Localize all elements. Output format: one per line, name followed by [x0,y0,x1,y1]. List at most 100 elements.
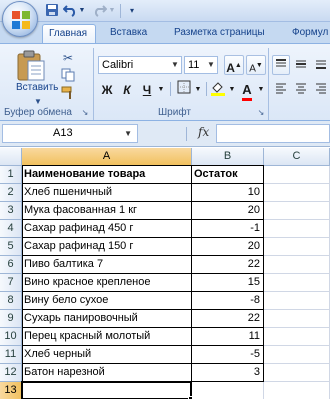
cell-empty[interactable] [264,220,330,238]
cell-stock[interactable]: -1 [192,220,264,238]
cell-stock[interactable]: 22 [192,310,264,328]
cell-empty[interactable] [264,274,330,292]
column-header-a[interactable]: A [22,148,192,166]
paste-icon[interactable] [14,50,48,82]
cut-icon[interactable]: ✂ [60,50,76,66]
borders-dropdown-icon[interactable]: ▼ [193,79,203,99]
name-box[interactable]: A13 ▼ [2,124,138,143]
underline-dropdown-icon[interactable]: ▼ [156,79,166,99]
cell-product-name[interactable]: Сахар рафинад 450 г [22,220,192,238]
cell-empty[interactable] [264,238,330,256]
align-right-button[interactable] [312,79,330,99]
cell-stock[interactable]: -8 [192,292,264,310]
cell-stock[interactable]: 20 [192,238,264,256]
fill-color-button[interactable] [209,79,227,99]
cell-product-name[interactable]: Вину бело сухое [22,292,192,310]
cell-empty[interactable] [264,382,330,399]
underline-button[interactable]: Ч [138,79,156,99]
cell-empty[interactable] [22,382,192,399]
cell-stock[interactable]: 20 [192,202,264,220]
customize-icon[interactable]: ▾ [124,3,140,19]
font-size-select[interactable]: 11 ▼ [184,56,218,74]
row-header[interactable]: 1 [0,166,22,184]
shrink-font-button[interactable]: A▼ [246,55,266,75]
insert-function-button[interactable]: fx [198,125,209,139]
align-bottom-button[interactable] [312,55,330,75]
cell-product-name[interactable]: Хлеб пшеничный [22,184,192,202]
align-left-button[interactable] [272,79,290,99]
row-header[interactable]: 4 [0,220,22,238]
copy-icon[interactable] [60,68,76,84]
row-header[interactable]: 9 [0,310,22,328]
formula-input[interactable] [216,124,330,143]
cell-product-name[interactable]: Сухарь панировочный [22,310,192,328]
cell-empty[interactable] [264,346,330,364]
redo-dropdown-icon[interactable]: ▼ [108,3,116,19]
align-middle-button[interactable] [292,55,310,75]
cell-product-name[interactable]: Пиво балтика 7 [22,256,192,274]
column-header-c[interactable]: C [264,148,330,166]
column-header-b[interactable]: B [192,148,264,166]
header-cell-stock[interactable]: Остаток [192,166,264,184]
cell-empty[interactable] [264,310,330,328]
fill-color-dropdown-icon[interactable]: ▼ [227,79,237,99]
cell-product-name[interactable]: Вино красное крепленое [22,274,192,292]
font-name-select[interactable]: Calibri ▼ [98,56,182,74]
row-header[interactable]: 13 [0,382,22,399]
tab-page-layout[interactable]: Разметка страницы [168,24,271,43]
row-header[interactable]: 8 [0,292,22,310]
cell-stock[interactable]: 3 [192,364,264,382]
undo-dropdown-icon[interactable]: ▼ [78,3,86,19]
row-header[interactable]: 10 [0,328,22,346]
cell-stock[interactable]: 15 [192,274,264,292]
tab-formulas[interactable]: Формул [286,24,330,43]
cell-stock[interactable]: 11 [192,328,264,346]
align-center-button[interactable] [292,79,310,99]
format-painter-icon[interactable] [60,86,76,102]
cell-stock[interactable]: 22 [192,256,264,274]
row-header[interactable]: 12 [0,364,22,382]
redo-icon[interactable] [92,3,108,19]
font-color-button[interactable]: A [238,79,256,101]
header-cell-name[interactable]: Наименование товара [22,166,192,184]
borders-button[interactable] [175,79,193,99]
row-header[interactable]: 6 [0,256,22,274]
row-header[interactable]: 3 [0,202,22,220]
tab-home[interactable]: Главная [42,24,96,43]
cell-empty[interactable] [264,292,330,310]
cell-empty[interactable] [264,202,330,220]
grow-font-button[interactable]: A▲ [224,55,244,75]
group-separator [93,48,94,120]
bold-button[interactable]: Ж [98,79,116,99]
cell-empty[interactable] [192,382,264,399]
worksheet-grid[interactable]: A B C 1 Наименование товара Остаток 2 Хлеб п… [0,148,330,399]
cell-product-name[interactable]: Батон нарезной [22,364,192,382]
row-header[interactable]: 5 [0,238,22,256]
save-icon[interactable] [44,3,60,19]
clipboard-launcher-icon[interactable]: ↘ [80,108,90,118]
row-header[interactable]: 2 [0,184,22,202]
font-color-dropdown-icon[interactable]: ▼ [256,79,266,99]
cell-empty[interactable] [264,364,330,382]
select-all-corner[interactable] [0,148,22,166]
paste-button[interactable]: Вставить [16,82,58,93]
cell-empty[interactable] [264,256,330,274]
align-top-button[interactable] [272,55,290,75]
row-header[interactable]: 11 [0,346,22,364]
cell-product-name[interactable]: Хлеб черный [22,346,192,364]
align-top-icon [276,59,286,67]
cell-stock[interactable]: -5 [192,346,264,364]
office-button[interactable] [2,1,38,37]
undo-icon[interactable] [62,3,78,19]
cell-product-name[interactable]: Сахар рафинад 150 г [22,238,192,256]
cell-stock[interactable]: 10 [192,184,264,202]
italic-button[interactable]: К [118,79,136,99]
tab-insert[interactable]: Вставка [104,24,153,43]
cell-empty[interactable] [264,166,330,184]
row-header[interactable]: 7 [0,274,22,292]
cell-product-name[interactable]: Перец красный молотый [22,328,192,346]
font-launcher-icon[interactable]: ↘ [256,108,266,118]
cell-empty[interactable] [264,328,330,346]
cell-product-name[interactable]: Мука фасованная 1 кг [22,202,192,220]
cell-empty[interactable] [264,184,330,202]
